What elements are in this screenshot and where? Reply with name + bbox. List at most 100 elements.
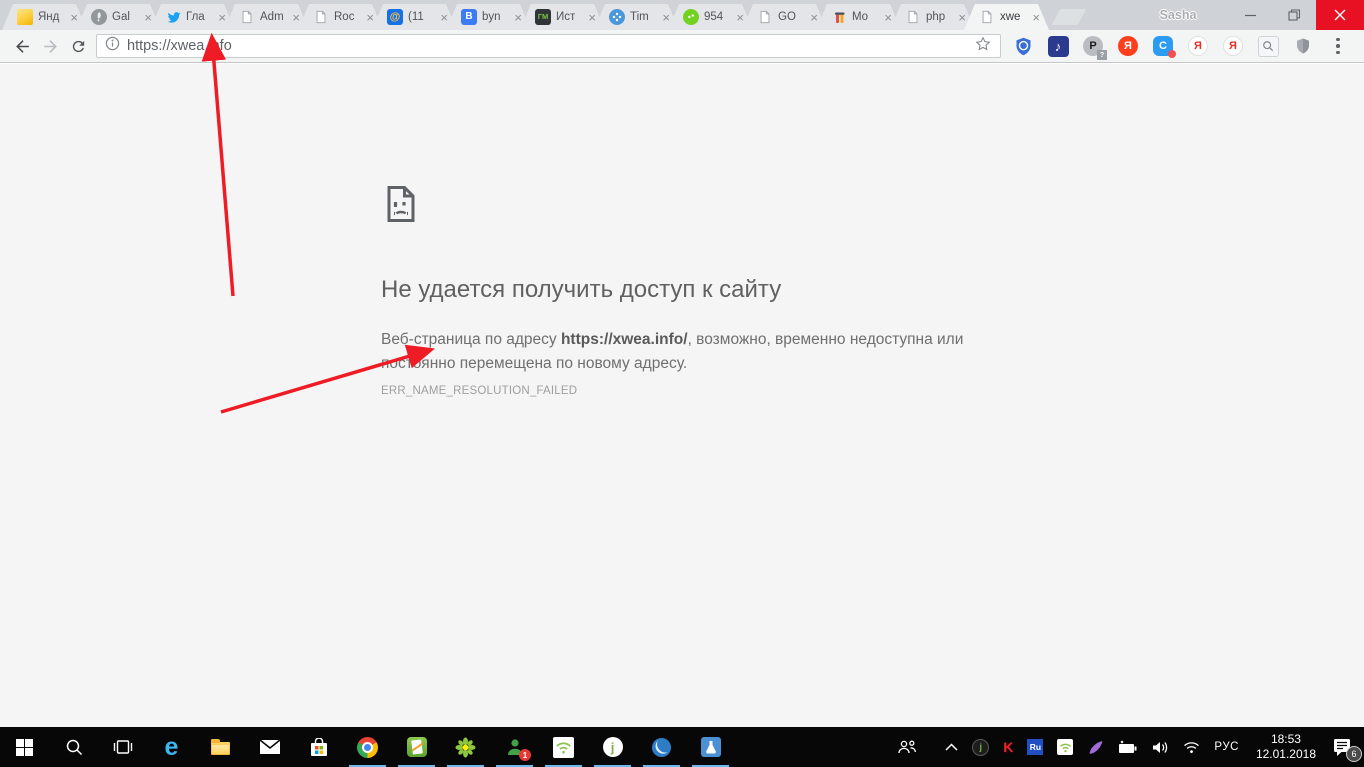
- icq-flower-icon[interactable]: [441, 727, 490, 767]
- tab-adm[interactable]: Adm ×: [224, 4, 309, 30]
- yandex-extension-icon-2[interactable]: Я: [1221, 34, 1245, 58]
- tab-title: Гла: [186, 11, 215, 23]
- tab-mo[interactable]: Mo ×: [816, 4, 901, 30]
- forward-button[interactable]: [36, 32, 64, 60]
- store-icon[interactable]: [294, 727, 343, 767]
- tab-history[interactable]: ГМ Ист ×: [520, 4, 605, 30]
- error-block: Не удается получить доступ к сайту Веб-с…: [381, 276, 966, 397]
- question-badge: ?: [1097, 50, 1107, 60]
- c-extension-icon[interactable]: C: [1151, 34, 1175, 58]
- tab-title: php: [926, 11, 955, 23]
- search-extension-icon[interactable]: [1256, 34, 1280, 58]
- joxi-tray-icon[interactable]: j: [965, 727, 996, 767]
- vpn-shield-extension-icon[interactable]: [1011, 34, 1035, 58]
- tab-close-icon[interactable]: ×: [662, 11, 670, 24]
- tab-close-icon[interactable]: ×: [292, 11, 300, 24]
- tab-title: GO: [778, 11, 807, 23]
- windows-taskbar: e 1 j: [0, 727, 1364, 767]
- address-bar[interactable]: https://xwea.info: [96, 34, 1001, 58]
- notepadpp-icon[interactable]: [392, 727, 441, 767]
- bookmark-star-icon[interactable]: [974, 35, 992, 58]
- close-window-button[interactable]: [1316, 0, 1364, 30]
- tab-roc[interactable]: Roc ×: [298, 4, 383, 30]
- music-downloader-extension-icon[interactable]: ♪: [1046, 34, 1070, 58]
- yandex-extension-icon-1[interactable]: Я: [1186, 34, 1210, 58]
- error-message-suffix: , возможно, временно недоступна или: [688, 331, 964, 348]
- error-title: Не удается получить доступ к сайту: [381, 276, 966, 304]
- timeweb-icon: [609, 9, 625, 25]
- tab-twitter[interactable]: Гла ×: [150, 4, 235, 30]
- tab-close-icon[interactable]: ×: [70, 11, 78, 24]
- messenger-contact-icon[interactable]: 1: [490, 727, 539, 767]
- clock[interactable]: 18:53 12.01.2018: [1246, 727, 1326, 767]
- people-icon[interactable]: [890, 727, 924, 767]
- wifi-app-icon[interactable]: [539, 727, 588, 767]
- sad-page-icon: [381, 184, 421, 229]
- tab-title: byn: [482, 11, 511, 23]
- tab-byn[interactable]: B byn ×: [446, 4, 531, 30]
- tab-title: (11: [408, 11, 437, 23]
- document-icon: [905, 9, 921, 25]
- punto-switcher-icon[interactable]: Ru: [1020, 727, 1050, 767]
- profile-name[interactable]: Sasha: [1138, 0, 1218, 30]
- minimize-button[interactable]: [1228, 0, 1272, 30]
- error-message-line2: постоянно перемещена по новому адресу.: [381, 355, 687, 372]
- tab-close-icon[interactable]: ×: [1032, 11, 1040, 24]
- chrome-menu-icon[interactable]: [1326, 34, 1350, 58]
- file-explorer-icon[interactable]: [196, 727, 245, 767]
- tab-close-icon[interactable]: ×: [514, 11, 522, 24]
- tray-chevron-icon[interactable]: [938, 727, 965, 767]
- reload-button[interactable]: [64, 32, 92, 60]
- taskbar-search-button[interactable]: [49, 727, 98, 767]
- gray-shield-extension-icon[interactable]: [1291, 34, 1315, 58]
- tab-mailru[interactable]: @ (11 ×: [372, 4, 457, 30]
- feather-icon[interactable]: [1080, 727, 1111, 767]
- language-indicator[interactable]: РУС: [1207, 727, 1246, 767]
- tab-title: Roc: [334, 11, 363, 23]
- edge-icon[interactable]: e: [147, 727, 196, 767]
- tab-close-icon[interactable]: ×: [958, 11, 966, 24]
- network-signal-icon[interactable]: [1176, 727, 1207, 767]
- task-view-button[interactable]: [98, 727, 147, 767]
- battery-icon[interactable]: [1111, 727, 1145, 767]
- mail-icon[interactable]: [245, 727, 294, 767]
- tab-php[interactable]: php ×: [890, 4, 975, 30]
- music-note-icon: ♪: [1048, 36, 1069, 57]
- wifi-tray-icon[interactable]: [1050, 727, 1080, 767]
- document-icon: [313, 9, 329, 25]
- browser-toolbar: https://xwea.info ♪ P ? Я C Я Я: [0, 30, 1364, 63]
- start-button[interactable]: [0, 727, 49, 767]
- tab-galaxy[interactable]: Gal ×: [76, 4, 161, 30]
- tab-xwea-active[interactable]: xwe ×: [964, 4, 1049, 30]
- url-text[interactable]: https://xwea.info: [127, 38, 974, 54]
- yandex-red-extension-icon[interactable]: Я: [1116, 34, 1140, 58]
- tab-close-icon[interactable]: ×: [736, 11, 744, 24]
- new-tab-button[interactable]: [1052, 9, 1087, 25]
- tab-close-icon[interactable]: ×: [366, 11, 374, 24]
- kaspersky-icon[interactable]: K: [996, 727, 1020, 767]
- tab-timeweb[interactable]: Tim ×: [594, 4, 679, 30]
- tab-close-icon[interactable]: ×: [588, 11, 596, 24]
- flask-app-icon[interactable]: [686, 727, 735, 767]
- tab-954[interactable]: 954 ×: [668, 4, 753, 30]
- tab-go[interactable]: GO ×: [742, 4, 827, 30]
- p-extension-icon[interactable]: P ?: [1081, 34, 1105, 58]
- window-controls: [1228, 0, 1364, 30]
- back-button[interactable]: [8, 32, 36, 60]
- joxi-icon[interactable]: j: [588, 727, 637, 767]
- volume-icon[interactable]: [1145, 727, 1176, 767]
- tab-close-icon[interactable]: ×: [440, 11, 448, 24]
- tab-close-icon[interactable]: ×: [884, 11, 892, 24]
- yandex-note-icon: [17, 9, 33, 25]
- tab-close-icon[interactable]: ×: [810, 11, 818, 24]
- tab-close-icon[interactable]: ×: [218, 11, 226, 24]
- action-center-icon[interactable]: 6: [1326, 727, 1364, 767]
- crescent-app-icon[interactable]: [637, 727, 686, 767]
- chrome-icon[interactable]: [343, 727, 392, 767]
- tab-title: Adm: [260, 11, 289, 23]
- page-info-icon[interactable]: [105, 36, 120, 56]
- tab-yandex[interactable]: Янд ×: [2, 4, 87, 30]
- restore-button[interactable]: [1272, 0, 1316, 30]
- document-icon: [757, 9, 773, 25]
- tab-close-icon[interactable]: ×: [144, 11, 152, 24]
